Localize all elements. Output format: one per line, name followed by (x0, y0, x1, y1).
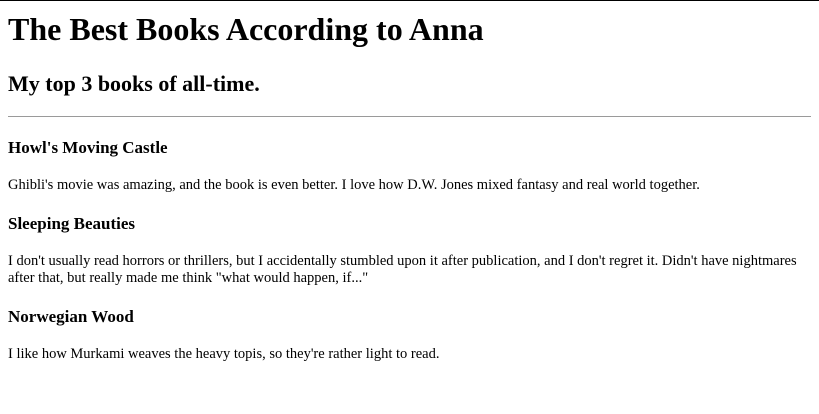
page: The Best Books According to Anna My top … (0, 11, 819, 363)
book-entry-sleeping-beauties: Sleeping Beauties I don't usually read h… (8, 214, 811, 287)
book-title: Sleeping Beauties (8, 214, 136, 233)
book-entry-howls-moving-castle: Howl's Moving Castle Ghibli's movie was … (8, 138, 811, 194)
book-title: Howl's Moving Castle (8, 138, 168, 157)
page-title: The Best Books According to Anna (8, 11, 484, 47)
book-entry-norwegian-wood: Norwegian Wood I like how Murkami weaves… (8, 307, 811, 363)
book-title: Norwegian Wood (8, 307, 134, 326)
page-subtitle: My top 3 books of all-time. (8, 71, 260, 96)
book-description: I like how Murkami weaves the heavy topi… (8, 346, 440, 362)
book-description: I don't usually read horrors or thriller… (8, 253, 797, 286)
book-description: Ghibli's movie was amazing, and the book… (8, 177, 700, 193)
divider (8, 116, 811, 117)
